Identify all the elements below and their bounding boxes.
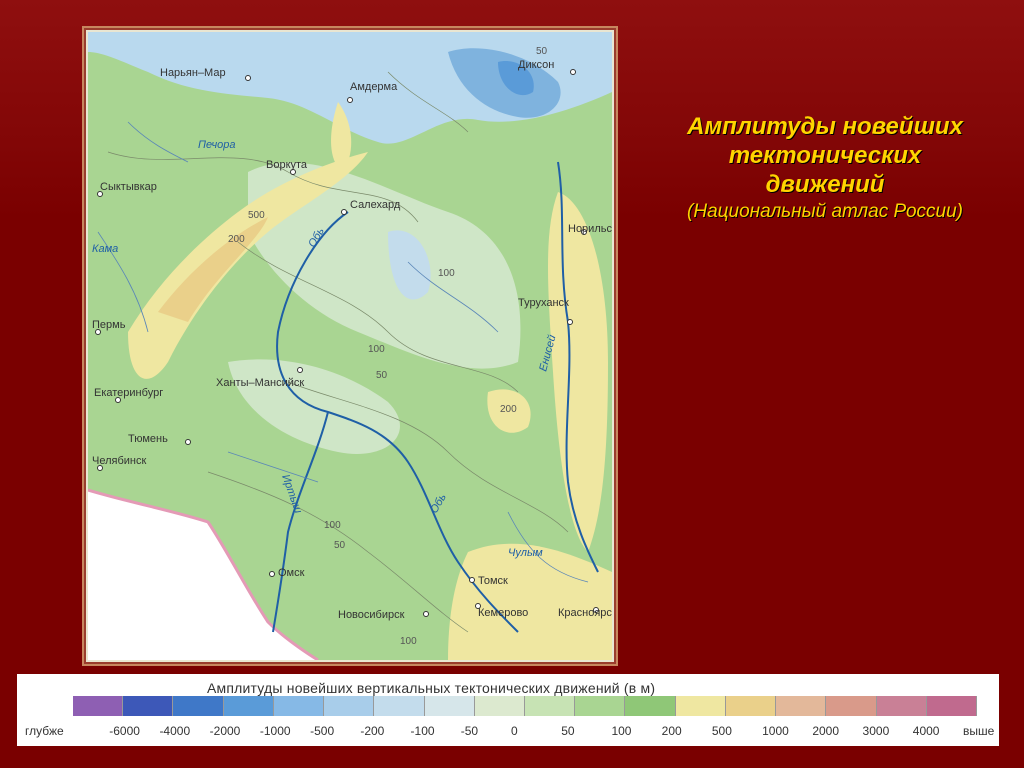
river-label-chulym: Чулым bbox=[508, 547, 543, 559]
slide-title-line-3: движений bbox=[765, 171, 885, 198]
legend-swatch bbox=[173, 696, 224, 716]
city-label-salekhard: Салехард bbox=[350, 199, 401, 211]
river-label-kama: Кама bbox=[92, 243, 118, 255]
city-label-kemerovo: Кемерово bbox=[478, 607, 528, 619]
contour-value: 100 bbox=[368, 344, 385, 355]
contour-value: 500 bbox=[248, 210, 265, 221]
slide-title-line-2: тектонических bbox=[728, 142, 922, 169]
slide-subtitle: (Национальный атлас России) bbox=[687, 201, 963, 222]
city-label-chelyabinsk: Челябинск bbox=[92, 455, 146, 467]
legend-tick-label: -50 bbox=[460, 724, 479, 738]
legend-swatch bbox=[223, 696, 274, 716]
legend-swatch bbox=[424, 696, 475, 716]
tectonic-map: Нарьян–Мар Амдерма Диксон Воркута Сыктыв… bbox=[88, 32, 612, 660]
legend-tick-label: -6000 bbox=[109, 724, 140, 738]
legend-tick-label: -2000 bbox=[209, 724, 241, 738]
contour-value: 50 bbox=[536, 46, 548, 57]
city-label-krasnoyarsk: Красноярск bbox=[558, 607, 612, 619]
legend-swatch bbox=[524, 696, 576, 716]
legend-tick-label: -1000 bbox=[259, 724, 291, 738]
legend-swatch bbox=[474, 696, 525, 716]
legend-swatch bbox=[675, 696, 726, 716]
city-label-khanty-mansiysk: Ханты–Мансийск bbox=[216, 377, 304, 389]
slide-title-line-1: Амплитуды новейших bbox=[687, 113, 963, 140]
city-label-amderma: Амдерма bbox=[350, 81, 398, 93]
city-label-omsk: Омск bbox=[278, 567, 305, 579]
slide-title-block: Амплитуды новейших тектонических движени… bbox=[640, 112, 1010, 225]
legend-swatch bbox=[123, 696, 174, 716]
legend-tick-label: 100 bbox=[611, 724, 632, 738]
city-label-perm: Пермь bbox=[92, 319, 126, 331]
river-label-pechora: Печора bbox=[198, 139, 236, 151]
city-label-naryan-mar: Нарьян–Мар bbox=[160, 67, 226, 79]
legend-tick-label: -500 bbox=[310, 724, 335, 738]
contour-value: 200 bbox=[228, 234, 245, 245]
legend-right-label: выше bbox=[963, 724, 995, 738]
legend-tick-label: 0 bbox=[511, 724, 518, 738]
legend-swatch bbox=[826, 696, 877, 716]
contour-value: 50 bbox=[334, 540, 346, 551]
legend-tick-label: 200 bbox=[661, 724, 682, 738]
legend-swatch bbox=[324, 696, 375, 716]
map-legend: Амплитуды новейших вертикальных тектонич… bbox=[17, 674, 999, 746]
legend-swatch bbox=[73, 696, 124, 716]
legend-swatch bbox=[625, 696, 676, 716]
map-frame: Нарьян–Мар Амдерма Диксон Воркута Сыктыв… bbox=[82, 26, 618, 666]
legend-left-label: глубже bbox=[25, 724, 64, 738]
legend-tick-label: 3000 bbox=[862, 724, 890, 738]
legend-tick-label: 50 bbox=[561, 724, 575, 738]
city-label-vorkuta: Воркута bbox=[266, 159, 308, 171]
contour-value: 200 bbox=[500, 404, 517, 415]
legend-tick-label: 1000 bbox=[762, 724, 789, 738]
legend-tick-labels: глубже выше -6000 -4000 -2000 -1000 -500 -200… bbox=[17, 724, 999, 740]
city-label-dikson: Диксон bbox=[518, 59, 554, 71]
legend-color-scale bbox=[73, 696, 977, 716]
contour-value: 50 bbox=[376, 370, 388, 381]
legend-swatch bbox=[575, 696, 626, 716]
contour-value: 100 bbox=[324, 520, 341, 531]
legend-swatch bbox=[273, 696, 325, 716]
contour-value: 100 bbox=[438, 268, 455, 279]
city-label-novosibirsk: Новосибирск bbox=[338, 609, 405, 621]
legend-swatch bbox=[926, 696, 977, 716]
legend-swatch bbox=[725, 696, 777, 716]
legend-tick-label: -200 bbox=[360, 724, 385, 738]
legend-swatch bbox=[374, 696, 425, 716]
legend-tick-label: 4000 bbox=[912, 724, 940, 738]
city-label-tyumen: Тюмень bbox=[128, 433, 168, 445]
city-label-turukhansk: Туруханск bbox=[518, 297, 569, 309]
city-label-tomsk: Томск bbox=[478, 575, 508, 587]
legend-swatch bbox=[776, 696, 827, 716]
city-label-syktyvkar: Сыктывкар bbox=[100, 181, 157, 193]
legend-tick-label: 2000 bbox=[812, 724, 840, 738]
legend-tick-label: -4000 bbox=[159, 724, 191, 738]
legend-tick-label: -100 bbox=[410, 724, 435, 738]
legend-title: Амплитуды новейших вертикальных тектонич… bbox=[207, 680, 656, 696]
legend-swatch bbox=[876, 696, 927, 716]
city-label-norilsk: Норильск bbox=[568, 223, 612, 235]
city-label-ekaterinburg: Екатеринбург bbox=[94, 387, 163, 399]
contour-value: 100 bbox=[400, 636, 417, 647]
legend-tick-label: 500 bbox=[711, 724, 732, 738]
